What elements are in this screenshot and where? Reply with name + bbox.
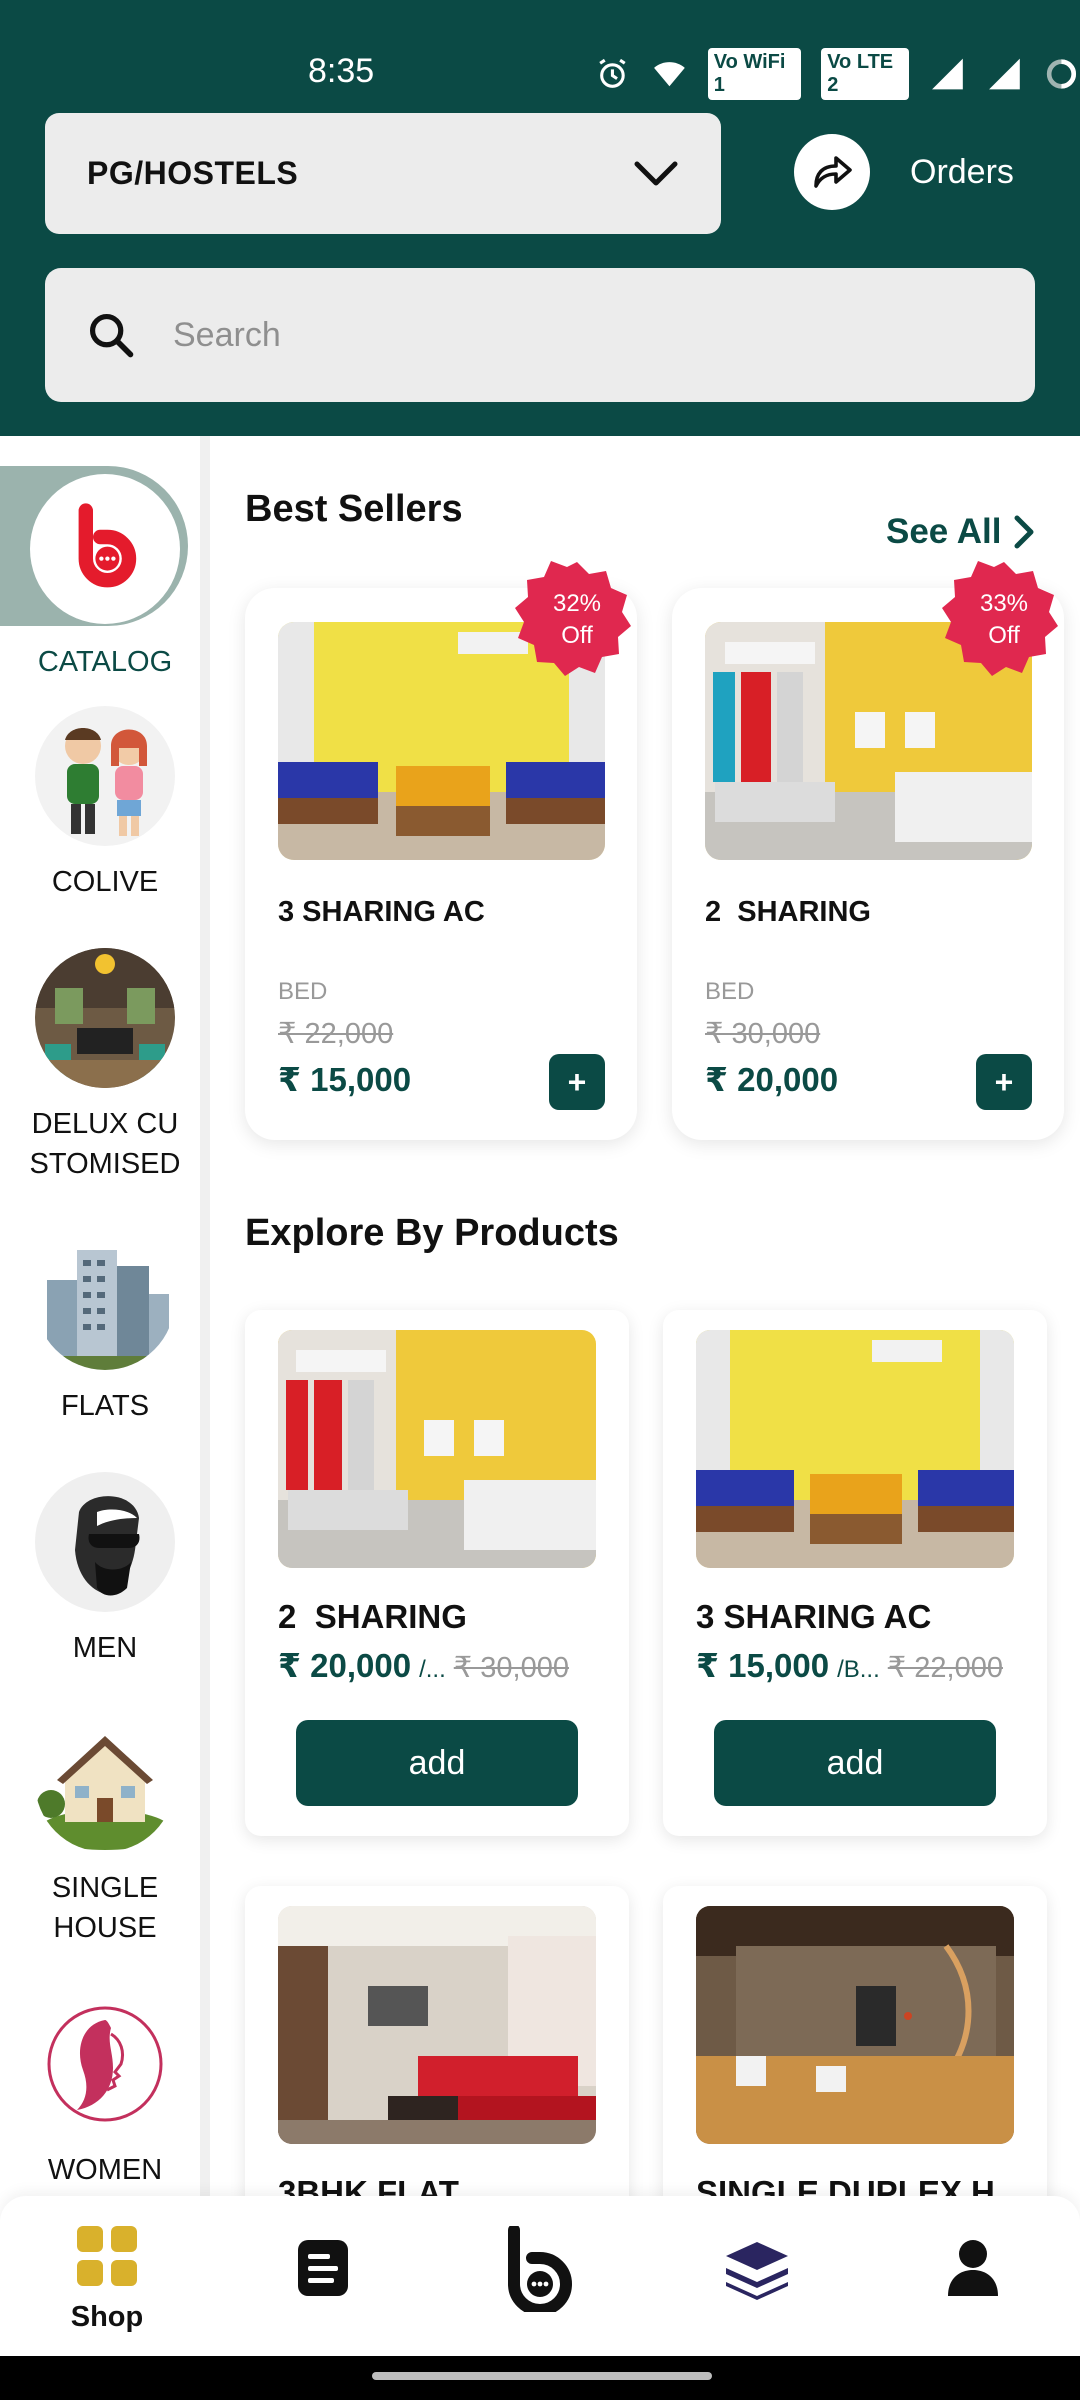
best-seller-card[interactable]: 32% Off 3 SHARING AC BED ₹ 22,000 ₹ 15,00… — [245, 561, 637, 1140]
search-icon — [89, 313, 134, 358]
share-arrow-icon — [794, 134, 870, 210]
status-icons: Vo WiFi 1 Vo LTE 2 — [594, 48, 1080, 100]
sidebar-item-single-house[interactable]: SINGLE HOUSE — [0, 1712, 210, 1948]
system-gesture-bar — [0, 2356, 1080, 2400]
search-placeholder: Search — [173, 315, 281, 354]
sale-price: ₹ 20,000 — [705, 1061, 839, 1098]
sidebar-item-colive[interactable]: COLIVE — [0, 706, 210, 902]
search-input[interactable]: Search — [45, 268, 1035, 402]
best-seller-card[interactable]: 33% Off 2 SHARING BED ₹ 30,000 ₹ 20,000 + — [672, 561, 1064, 1140]
category-sidebar: CATALOG COLIVE DELUX CU STOMISED FLATS M… — [0, 436, 210, 2196]
sidebar-label: SINGLE HOUSE — [51, 1872, 159, 1944]
home-gesture-handle[interactable] — [372, 2372, 712, 2380]
product-unit: BED — [278, 978, 328, 1005]
plus-icon: + — [567, 1063, 587, 1100]
sidebar-item-men[interactable]: MEN — [0, 1472, 210, 1668]
sidebar-label: CATALOG — [37, 646, 173, 678]
product-title: 3 SHARING AC — [696, 1598, 932, 1635]
chevron-right-icon — [1014, 515, 1034, 549]
product-card[interactable]: 3 SHARING AC ₹ 15,000 /B... ₹ 22,000 add — [663, 1310, 1047, 1836]
sale-price: ₹ 20,000 — [278, 1647, 412, 1684]
signal-icon-2 — [989, 58, 1021, 90]
catalog-logo-icon — [30, 474, 180, 624]
document-icon — [298, 2240, 348, 2296]
room-photo-3-sharing — [696, 1330, 1014, 1568]
room-photo-2-sharing — [278, 1330, 596, 1568]
sidebar-label: DELUX CU STOMISED — [29, 1108, 181, 1180]
badge-percent: 33% — [979, 590, 1029, 617]
nav-shop-label: Shop — [70, 2301, 144, 2333]
add-button[interactable]: add — [296, 1720, 578, 1806]
profile-icon — [948, 2240, 998, 2296]
battery-ring-icon — [1046, 59, 1077, 89]
add-plus-button[interactable]: + — [549, 1054, 605, 1110]
discount-badge: 33% Off — [942, 558, 1066, 682]
shop-grid-icon — [77, 2226, 137, 2286]
nav-profile[interactable] — [946, 2238, 1000, 2303]
orders-label: Orders — [910, 152, 1014, 191]
room-photo-single-duplex — [696, 1906, 1014, 2144]
product-title: 2 SHARING — [278, 1598, 467, 1635]
sidebar-item-women[interactable]: WOMEN — [0, 1994, 210, 2190]
original-price: ₹ 30,000 — [453, 1652, 569, 1684]
sale-price: ₹ 15,000 — [696, 1647, 830, 1684]
wifi-icon — [653, 62, 685, 87]
nav-shop[interactable]: Shop — [70, 2224, 144, 2334]
sidebar-item-deluxe[interactable]: DELUX CU STOMISED — [0, 948, 210, 1184]
badge-off: Off — [561, 622, 593, 649]
layers-icon — [726, 2242, 788, 2300]
app-header: 8:35 Vo WiFi 1 Vo LTE 2 PG/HOSTELS Order… — [0, 0, 1080, 436]
bottom-navigation: Shop — [0, 2196, 1080, 2356]
signal-icon — [932, 58, 964, 90]
sidebar-label: COLIVE — [51, 866, 159, 898]
nav-orders[interactable] — [296, 2238, 350, 2303]
category-dropdown-value: PG/HOSTELS — [87, 155, 299, 191]
price-unit: /... — [419, 1656, 446, 1683]
man-icon — [35, 1472, 175, 1612]
nav-home-logo[interactable] — [504, 2224, 574, 2317]
sidebar-item-flats[interactable]: FLATS — [0, 1230, 210, 1426]
add-button[interactable]: add — [714, 1720, 996, 1806]
deluxe-room-icon — [35, 948, 175, 1088]
product-unit: BED — [705, 978, 755, 1005]
sale-price: ₹ 15,000 — [278, 1061, 412, 1098]
sidebar-label: WOMEN — [47, 2154, 163, 2186]
plus-icon: + — [994, 1063, 1014, 1100]
original-price: ₹ 22,000 — [887, 1652, 1003, 1684]
original-price: ₹ 30,000 — [705, 1018, 821, 1050]
alarm-icon — [599, 58, 626, 88]
price-unit: /B... — [837, 1656, 880, 1683]
nav-categories[interactable] — [724, 2240, 790, 2305]
product-card[interactable]: 2 SHARING ₹ 20,000 /... ₹ 30,000 add — [245, 1310, 629, 1836]
orders-button[interactable]: Orders — [794, 134, 1014, 210]
wifi-calling-badge: Vo WiFi 1 — [707, 48, 802, 100]
see-all-link[interactable]: See All — [886, 512, 1037, 552]
badge-off: Off — [988, 622, 1020, 649]
couple-icon — [35, 706, 175, 846]
see-all-label: See All — [886, 512, 1002, 551]
building-icon — [35, 1230, 175, 1370]
chevron-down-icon — [634, 161, 678, 185]
discount-badge: 32% Off — [515, 558, 639, 682]
woman-icon — [35, 1994, 175, 2134]
room-photo-3bhk-flat — [278, 1906, 596, 2144]
best-sellers-title: Best Sellers — [245, 488, 463, 530]
badge-percent: 32% — [552, 590, 602, 617]
chat-logo-icon — [508, 2224, 572, 2316]
original-price: ₹ 22,000 — [278, 1018, 394, 1050]
price-row: ₹ 20,000 /... ₹ 30,000 — [278, 1646, 569, 1685]
product-title: 2 SHARING — [705, 896, 871, 928]
add-plus-button[interactable]: + — [976, 1054, 1032, 1110]
sidebar-item-catalog[interactable]: CATALOG — [0, 452, 210, 678]
lte-badge: Vo LTE 2 — [821, 48, 910, 100]
house-icon — [35, 1712, 175, 1852]
category-dropdown[interactable]: PG/HOSTELS — [45, 113, 721, 234]
explore-title: Explore By Products — [245, 1212, 619, 1254]
sidebar-label: FLATS — [60, 1390, 150, 1422]
price-row: ₹ 15,000 /B... ₹ 22,000 — [696, 1646, 1003, 1685]
status-time: 8:35 — [308, 52, 375, 90]
product-title: 3 SHARING AC — [278, 896, 485, 928]
sidebar-label: MEN — [72, 1632, 138, 1664]
